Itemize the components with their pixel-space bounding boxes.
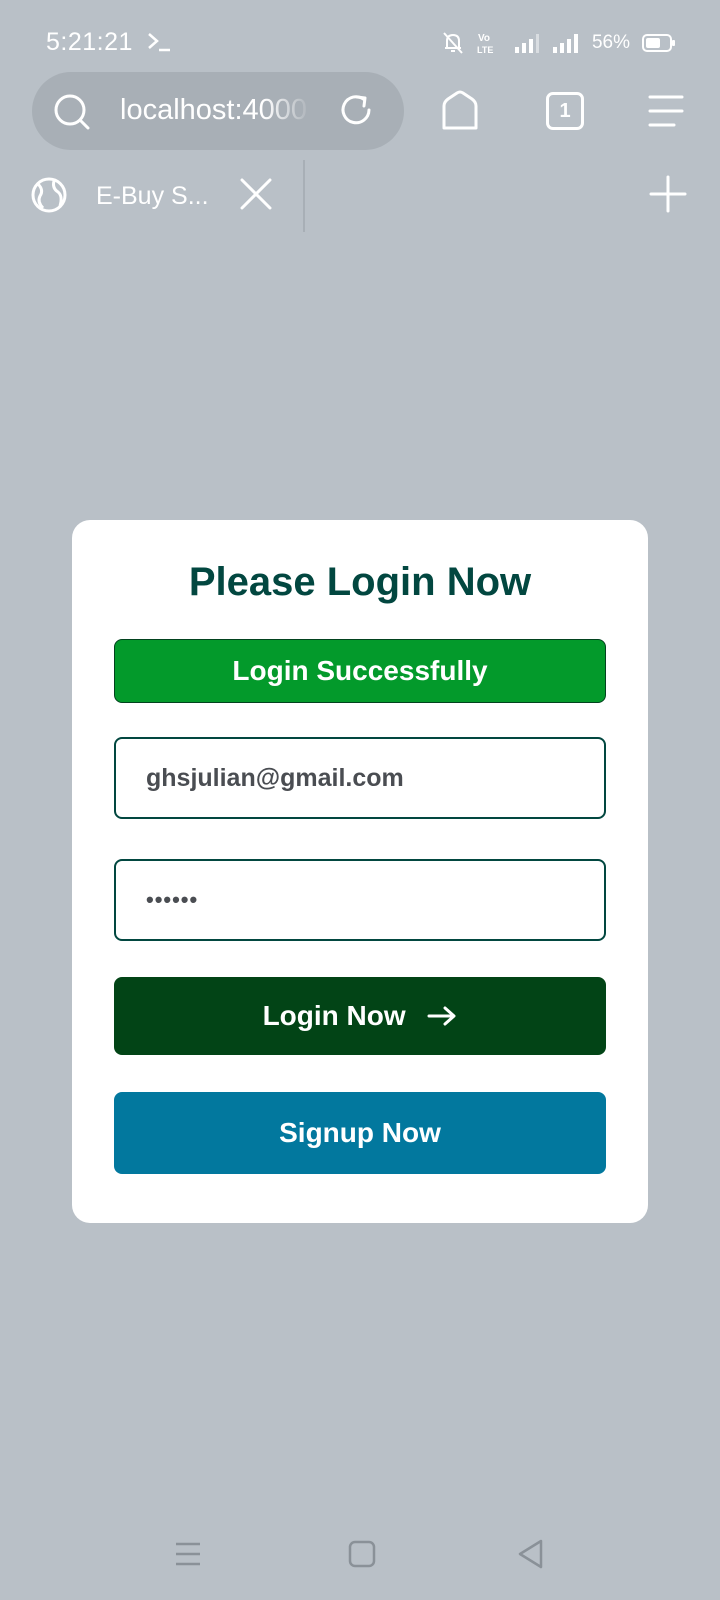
tab-title[interactable]: E-Buy S... [96,182,209,211]
tab-divider [303,160,305,232]
signal-icon [514,34,539,53]
svg-text:Vo: Vo [478,33,490,44]
globe-icon [31,177,67,213]
email-field[interactable]: ghsjulian@gmail.com [114,737,606,819]
battery-icon [642,34,675,52]
tabs-button[interactable]: 1 [546,92,584,130]
signal-icon [552,34,578,53]
login-card: Please Login Now Login Successfully ghsj… [72,520,648,1223]
password-value: •••••• [146,887,199,912]
volte-icon: Vo LTE [477,33,493,55]
home-icon[interactable] [440,90,480,132]
url-text[interactable]: localhost:4000 [120,94,312,127]
close-icon[interactable] [238,176,274,212]
login-button-label: Login Now [262,1000,406,1031]
page-title: Please Login Now [188,560,532,604]
silent-bell-icon [443,32,463,54]
password-field[interactable]: •••••• [114,859,606,941]
search-icon [54,94,90,130]
svg-text:LTE: LTE [477,45,493,55]
status-bar: 5:21:21 Vo LTE 56% [0,0,720,80]
email-value: ghsjulian@gmail.com [146,764,404,792]
status-icons: Vo LTE 56% [442,28,676,58]
terminal-icon [148,33,170,52]
signup-button[interactable]: Signup Now [114,1092,606,1174]
home-square-icon[interactable] [347,1539,377,1569]
status-time: 5:21:21 [46,28,133,56]
signup-button-label: Signup Now [279,1117,441,1148]
success-alert: Login Successfully [114,639,606,703]
tab-count: 1 [559,100,571,122]
reload-icon[interactable] [336,90,376,130]
back-icon[interactable] [516,1538,546,1570]
menu-icon[interactable] [648,93,684,129]
tab-strip: E-Buy S... [0,160,720,232]
login-button[interactable]: Login Now [114,977,606,1055]
recent-apps-icon[interactable] [174,1540,202,1568]
arrow-right-icon [427,1006,456,1026]
system-nav-bar [0,1520,720,1590]
plus-icon[interactable] [648,174,688,214]
battery-percent: 56% [591,32,630,53]
address-bar[interactable]: localhost:4000 [32,72,404,150]
